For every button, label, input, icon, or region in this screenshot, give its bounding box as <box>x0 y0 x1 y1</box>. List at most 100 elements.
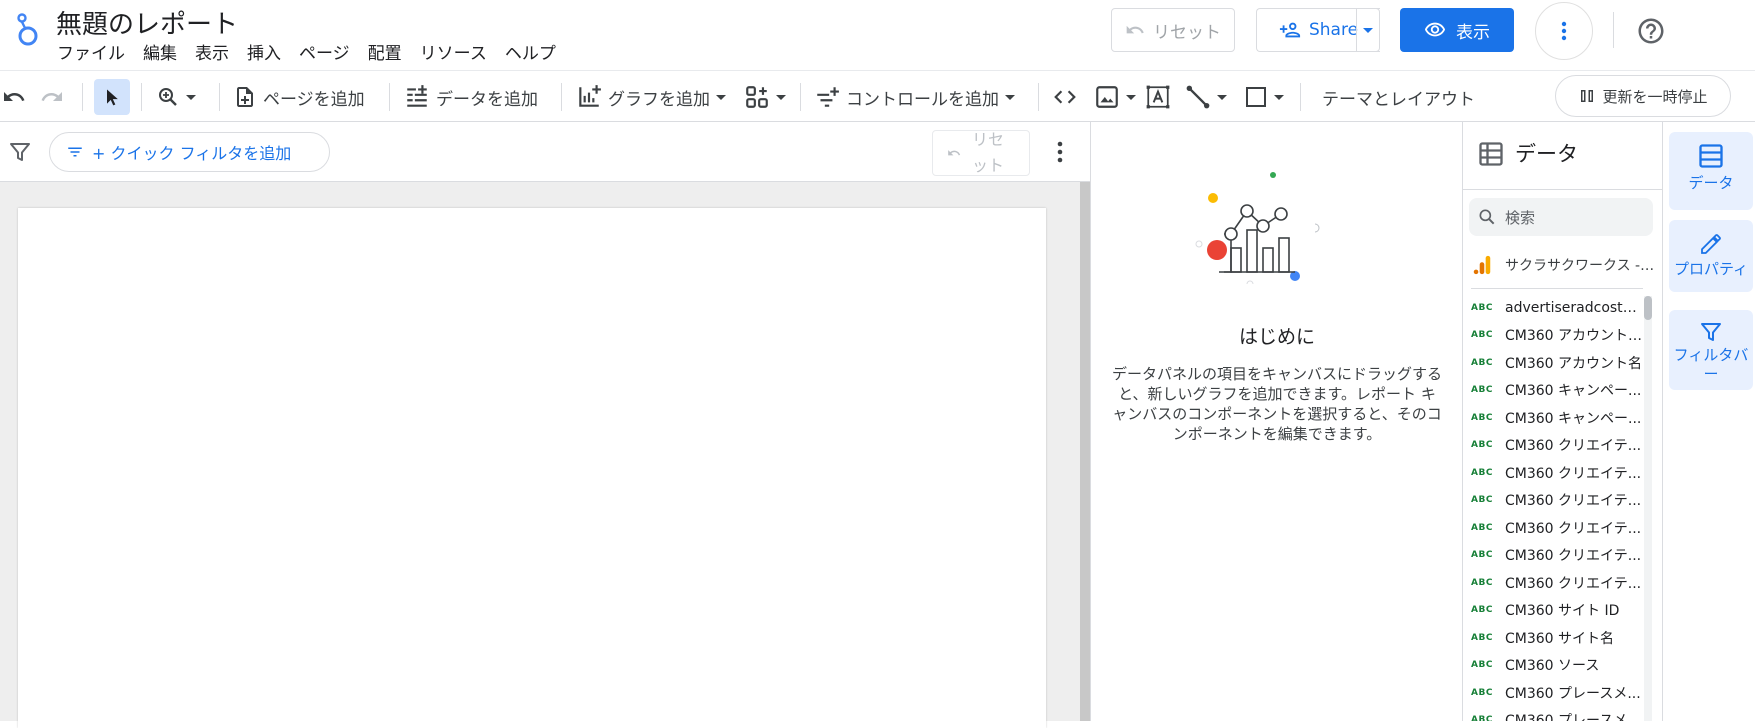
select-tool-button[interactable] <box>94 79 130 115</box>
more-vert-icon[interactable] <box>1050 138 1070 166</box>
add-data-label: データを追加 <box>436 89 538 110</box>
field-label: CM360 サイト ID <box>1505 603 1620 620</box>
getting-started-title: はじめに <box>1238 326 1315 348</box>
data-panel-divider <box>1471 288 1643 289</box>
toolbar-divider <box>800 83 801 111</box>
text-field-type-icon: ABC <box>1471 467 1493 478</box>
menu-edit[interactable]: 編集 <box>134 42 186 66</box>
report-title[interactable]: 無題のレポート <box>56 4 238 41</box>
theme-layout-label: テーマとレイアウト <box>1322 89 1475 110</box>
field-item[interactable]: ABC CM360 サイト名 <box>1471 624 1651 652</box>
field-item[interactable]: ABC CM360 キャンペー... <box>1471 404 1651 432</box>
quick-filter-label: + クイック フィルタを追加 <box>92 144 292 163</box>
pause-icon <box>1578 87 1596 105</box>
add-shape-button[interactable] <box>1244 79 1284 115</box>
cursor-arrow-icon <box>102 87 122 107</box>
menu-help[interactable]: ヘルプ <box>496 42 565 66</box>
field-item[interactable]: ABC CM360 キャンペー... <box>1471 377 1651 405</box>
view-button[interactable]: 表示 <box>1400 8 1514 52</box>
redo-button[interactable] <box>40 79 64 115</box>
field-item[interactable]: ABC CM360 ソース <box>1471 652 1651 680</box>
looker-studio-logo-icon[interactable] <box>8 8 44 52</box>
community-visualizations-button[interactable] <box>744 79 786 115</box>
add-page-button[interactable]: ページを追加 <box>233 79 365 115</box>
view-label: 表示 <box>1456 22 1490 43</box>
undo-icon <box>1125 20 1145 40</box>
data-source-name: サクラサクワークス - ... <box>1505 258 1655 274</box>
rail-properties-tab[interactable]: プロパティ <box>1669 220 1753 292</box>
components-icon <box>744 84 770 110</box>
data-source-item[interactable]: サクラサクワークス - ... <box>1471 250 1657 280</box>
add-line-button[interactable] <box>1185 79 1227 115</box>
field-list-scroll-thumb[interactable] <box>1644 296 1652 320</box>
add-control-button[interactable]: コントロールを追加 <box>814 79 1015 115</box>
zoom-button[interactable] <box>156 79 196 115</box>
report-canvas-area[interactable] <box>0 182 1080 728</box>
add-text-button[interactable] <box>1145 79 1171 115</box>
menu-arrange[interactable]: 配置 <box>359 42 411 66</box>
caret-down-icon <box>1217 94 1227 100</box>
filter-icon[interactable] <box>8 140 32 164</box>
field-item[interactable]: ABC advertiseradcostper... <box>1471 294 1651 322</box>
share-dropdown-button[interactable] <box>1356 8 1380 52</box>
text-field-type-icon: ABC <box>1471 715 1493 721</box>
field-label: CM360 アカウント ID <box>1505 328 1643 345</box>
caret-down-icon <box>776 94 786 100</box>
embed-code-button[interactable] <box>1052 79 1078 115</box>
field-item[interactable]: ABC CM360 アカウント名 <box>1471 349 1651 377</box>
add-quick-filter-button[interactable]: + クイック フィルタを追加 <box>49 132 330 172</box>
add-control-icon <box>814 84 840 110</box>
menu-page[interactable]: ページ <box>290 42 359 66</box>
menu-insert[interactable]: 挿入 <box>238 42 290 66</box>
menu-resources[interactable]: リソース <box>411 42 496 66</box>
theme-layout-button[interactable]: テーマとレイアウト <box>1322 79 1475 115</box>
rail-filter-bar-tab[interactable]: フィルタバー <box>1669 310 1753 390</box>
undo-button[interactable] <box>2 79 26 115</box>
filter-reset-button[interactable]: リセ ット <box>932 130 1030 176</box>
add-page-icon <box>233 85 257 109</box>
menu-file[interactable]: ファイル <box>48 42 134 66</box>
rail-filter-bar-label: フィルタバー <box>1673 346 1749 383</box>
text-field-type-icon: ABC <box>1471 522 1493 533</box>
field-label: CM360 サイト名 <box>1505 630 1615 647</box>
rail-data-tab[interactable]: データ <box>1669 132 1753 210</box>
toolbar-divider <box>561 83 562 111</box>
field-item[interactable]: ABC CM360 プレースメ... <box>1471 679 1651 707</box>
rectangle-icon <box>1244 85 1268 109</box>
text-field-type-icon: ABC <box>1471 330 1493 341</box>
reset-button[interactable]: リセット <box>1111 8 1235 52</box>
field-label: CM360 クリエイテ... <box>1505 438 1642 455</box>
rail-properties-label: プロパティ <box>1673 260 1749 278</box>
report-page[interactable] <box>18 208 1046 728</box>
menu-bar: ファイル 編集 表示 挿入 ページ 配置 リソース ヘルプ <box>48 42 565 66</box>
field-item[interactable]: ABC CM360 クリエイテ... <box>1471 487 1651 515</box>
field-item[interactable]: ABC CM360 クリエイテ... <box>1471 459 1651 487</box>
more-options-button[interactable] <box>1535 2 1593 60</box>
field-list: ABC advertiseradcostper... ABC CM360 アカウント … <box>1471 294 1651 721</box>
rail-data-label: データ <box>1688 174 1734 192</box>
add-chart-label: グラフを追加 <box>608 89 710 110</box>
field-list-scrollbar[interactable] <box>1644 296 1652 721</box>
text-box-icon <box>1145 84 1171 110</box>
field-item[interactable]: ABC CM360 アカウント ID <box>1471 322 1651 350</box>
text-field-type-icon: ABC <box>1471 550 1493 561</box>
data-search-input[interactable]: 検索 <box>1469 198 1653 236</box>
add-image-button[interactable] <box>1094 79 1136 115</box>
field-item[interactable]: ABC CM360 クリエイテ... <box>1471 432 1651 460</box>
field-item[interactable]: ABC CM360 クリエイテ... <box>1471 514 1651 542</box>
add-chart-button[interactable]: グラフを追加 <box>576 79 726 115</box>
field-label: CM360 クリエイテ... <box>1505 493 1642 510</box>
add-data-button[interactable]: データを追加 <box>404 79 538 115</box>
pause-updates-button[interactable]: 更新を一時停止 <box>1555 75 1731 117</box>
data-panel: データ 検索 サクラサクワークス - ... ABC advertiseradco… <box>1462 122 1662 721</box>
field-item[interactable]: ABC CM360 クリエイテ... <box>1471 542 1651 570</box>
getting-started-panel: はじめに データパネルの項目をキャンバスにドラッグすると、新しいグラフを追加でき… <box>1090 122 1462 721</box>
menu-view[interactable]: 表示 <box>186 42 238 66</box>
canvas-scrollbar[interactable] <box>1080 182 1090 721</box>
field-item[interactable]: ABC CM360 クリエイテ... <box>1471 569 1651 597</box>
field-item[interactable]: ABC CM360 プレースメ... <box>1471 707 1651 721</box>
field-label: CM360 クリエイテ... <box>1505 520 1642 537</box>
help-icon[interactable] <box>1636 16 1666 46</box>
header-divider <box>1613 12 1614 48</box>
field-item[interactable]: ABC CM360 サイト ID <box>1471 597 1651 625</box>
